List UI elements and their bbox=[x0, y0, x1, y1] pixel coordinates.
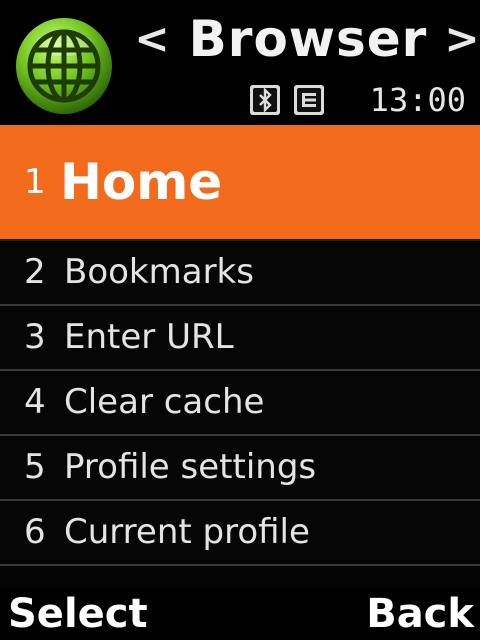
menu-item-number: 2 bbox=[24, 252, 46, 292]
menu-item-number: 5 bbox=[24, 447, 46, 487]
globe-icon bbox=[16, 18, 112, 114]
menu-item-label: Profile settings bbox=[64, 447, 317, 487]
menu-item-enter-url[interactable]: 3 Enter URL bbox=[0, 306, 480, 371]
menu-item-label: Enter URL bbox=[64, 317, 234, 357]
back-softkey[interactable]: Back bbox=[366, 588, 474, 640]
menu-item-home[interactable]: 1 Home bbox=[0, 125, 480, 241]
message-icon bbox=[294, 85, 324, 115]
browser-menu: 1 Home 2 Bookmarks 3 Enter URL 4 Clear c… bbox=[0, 125, 480, 566]
clock: 13:00 bbox=[369, 81, 466, 119]
menu-item-label: Clear cache bbox=[64, 382, 265, 422]
menu-item-label: Home bbox=[60, 153, 223, 211]
menu-item-profile-settings[interactable]: 5 Profile settings bbox=[0, 436, 480, 501]
menu-item-number: 3 bbox=[24, 317, 46, 357]
menu-item-current-profile[interactable]: 6 Current profile bbox=[0, 501, 480, 566]
menu-item-number: 1 bbox=[24, 162, 46, 202]
page-title: Browser bbox=[188, 10, 428, 68]
menu-item-clear-cache[interactable]: 4 Clear cache bbox=[0, 371, 480, 436]
previous-arrow-icon[interactable]: < bbox=[134, 12, 170, 66]
menu-item-number: 4 bbox=[24, 382, 46, 422]
phone-screen: < Browser > 13:00 1 Home 2 Bookmarks 3 E… bbox=[0, 0, 480, 640]
next-arrow-icon[interactable]: > bbox=[444, 12, 480, 66]
menu-item-bookmarks[interactable]: 2 Bookmarks bbox=[0, 241, 480, 306]
bluetooth-icon bbox=[250, 85, 280, 115]
status-bar: 13:00 bbox=[250, 82, 470, 118]
menu-item-label: Bookmarks bbox=[64, 252, 254, 292]
softkey-bar: Select Back bbox=[0, 588, 480, 640]
menu-item-label: Current profile bbox=[64, 512, 310, 552]
select-softkey[interactable]: Select bbox=[8, 588, 148, 640]
title-row: < Browser > bbox=[130, 6, 480, 72]
header-bar: < Browser > 13:00 bbox=[0, 0, 480, 125]
menu-item-number: 6 bbox=[24, 512, 46, 552]
